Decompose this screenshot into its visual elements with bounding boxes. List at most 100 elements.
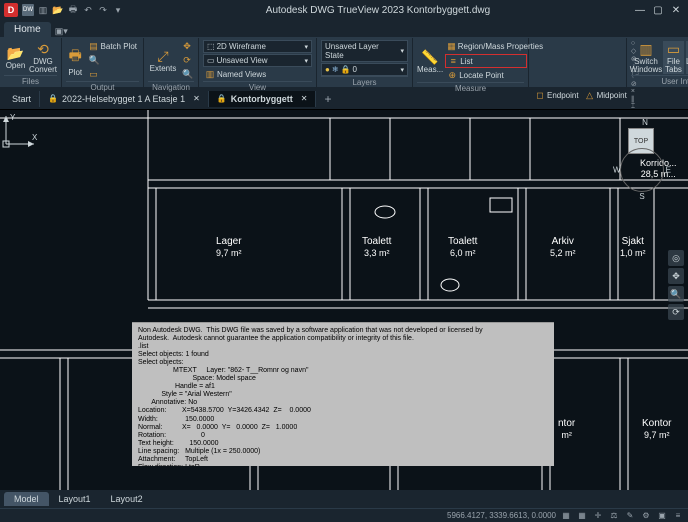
batch-plot-button[interactable]: ▤Batch Plot xyxy=(87,40,139,53)
ucs-y-label: Y xyxy=(10,113,16,122)
dwg-convert-button[interactable]: ⟲DWG Convert xyxy=(29,41,57,74)
panel-label-ui: User Interface xyxy=(631,75,688,87)
extents-button[interactable]: ⤢Extents xyxy=(148,48,178,73)
plot-button[interactable]: 🖶Plot xyxy=(66,45,85,77)
ribbon-tabstrip: Home ▣▾ xyxy=(0,20,688,38)
midpoint-icon: △ xyxy=(585,90,595,101)
steering-wheel-icon[interactable]: ◎ xyxy=(668,250,684,266)
orbit-icon: ⟳ xyxy=(182,55,192,66)
printer-icon: 🖶 xyxy=(69,45,82,69)
lock-icon: 🔒 xyxy=(217,94,227,103)
region-properties-button[interactable]: ▦Region/Mass Properties xyxy=(445,40,527,53)
measure-button[interactable]: 📏Meas... xyxy=(417,49,443,74)
ribbon: 📂Open ⟲DWG Convert Files 🖶Plot ▤Batch Pl… xyxy=(0,38,688,88)
file-tab-1[interactable]: 🔒2022-Helsebygget 1 A Etasje 1✕ xyxy=(40,91,209,107)
compass-n: N xyxy=(642,118,648,127)
add-tab-button[interactable]: + xyxy=(316,89,339,109)
folder-open-icon: 📂 xyxy=(7,45,24,62)
model-space-button[interactable]: ▦ xyxy=(560,511,572,520)
visual-style-dropdown[interactable]: ⬚2D Wireframe xyxy=(203,40,312,53)
plot-icon[interactable]: 🖶 xyxy=(67,4,79,16)
visual-style-icon: ⬚ xyxy=(207,42,215,51)
app-icon: D xyxy=(4,3,18,17)
qat-dwg-badge[interactable]: DW xyxy=(22,4,34,16)
qat-dropdown-icon[interactable]: ▾ xyxy=(112,4,124,16)
pan-icon: ✥ xyxy=(182,41,192,52)
command-text-window[interactable]: Non Autodesk DWG. This DWG file was save… xyxy=(132,322,554,466)
layout-tab-model[interactable]: Model xyxy=(4,492,49,506)
extents-icon: ⤢ xyxy=(157,48,168,65)
panel-user-interface: ▥Switch Windows ▭File Tabs ▤Layout Tabs … xyxy=(627,38,688,87)
tab-home[interactable]: Home xyxy=(4,22,51,37)
ruler-icon: 📏 xyxy=(421,49,438,66)
undo-icon[interactable]: ↶ xyxy=(82,4,94,16)
panel-measure: 📏Meas... ▦Region/Mass Properties ≡List ⊕… xyxy=(413,38,529,87)
preview-button[interactable]: 🔍 xyxy=(87,54,139,67)
panel-object-snap: ◻Endpoint △Midpoint ○ ◇ ⊗ ⊥ 🏳 ⊘ × ∥ ⌶ ⬚ … xyxy=(529,38,627,87)
page-icon: ▭ xyxy=(89,69,99,80)
mass-icon: ▦ xyxy=(447,41,456,52)
midpoint-button[interactable]: △Midpoint xyxy=(583,89,629,102)
layout-tab-1[interactable]: Layout1 xyxy=(49,492,101,506)
layer-dropdown[interactable]: ●❄🔒0 xyxy=(321,63,408,76)
orbit-tool-icon[interactable]: ⟳ xyxy=(668,304,684,320)
workspace-icon[interactable]: ⚙ xyxy=(640,511,652,520)
compass-s: S xyxy=(639,192,644,201)
named-views-button[interactable]: ▥Named Views xyxy=(203,68,312,81)
navigation-bar: ◎ ✥ 🔍 ⟳ xyxy=(668,250,684,320)
grid-toggle-icon[interactable]: ▦ xyxy=(576,511,588,520)
snap-toggle-icon[interactable]: ✛ xyxy=(592,511,604,520)
layer-state-dropdown[interactable]: Unsaved Layer State xyxy=(321,40,408,62)
named-view-dropdown[interactable]: ▭Unsaved View xyxy=(203,54,312,67)
pan-tool-icon[interactable]: ✥ xyxy=(668,268,684,284)
locate-point-button[interactable]: ⊕Locate Point xyxy=(445,69,527,82)
fullscreen-icon[interactable]: ▣ xyxy=(656,511,668,520)
open-icon[interactable]: 📂 xyxy=(52,4,64,16)
quick-access-toolbar: DW ▥ 📂 🖶 ↶ ↷ ▾ xyxy=(22,4,124,16)
open-button[interactable]: 📂Open xyxy=(4,45,27,70)
annotation-icon[interactable]: ✎ xyxy=(624,511,636,520)
ucs-icon: X Y xyxy=(0,110,40,150)
list-icon: ≡ xyxy=(448,56,458,66)
customize-icon[interactable]: ≡ xyxy=(672,511,684,520)
zoom-icon: 🔍 xyxy=(182,69,192,80)
status-coords: 5966.4127, 3339.6613, 0.0000 xyxy=(447,511,556,520)
redo-icon[interactable]: ↷ xyxy=(97,4,109,16)
freeze-icon: ❄ xyxy=(332,65,339,74)
filetabs-icon: ▭ xyxy=(667,41,680,58)
compass-ring[interactable]: S E W xyxy=(620,148,664,192)
close-button[interactable]: ✕ xyxy=(668,5,684,16)
ucs-x-label: X xyxy=(32,133,38,142)
maximize-button[interactable]: ▢ xyxy=(650,5,666,16)
view-cube[interactable]: N TOP S E W xyxy=(620,128,670,188)
page-setup-button[interactable]: ▭ xyxy=(87,68,139,81)
drawing-canvas[interactable]: Lager9,7 m² Toalett3,3 m² Toalett6,0 m² … xyxy=(0,110,688,490)
pan-button[interactable]: ✥ xyxy=(180,40,194,53)
compass-w: W xyxy=(613,166,621,175)
zoom-button[interactable]: 🔍 xyxy=(180,68,194,81)
panel-label-files: Files xyxy=(4,75,57,87)
file-tab-2[interactable]: 🔒Kontorbyggett✕ xyxy=(209,91,317,107)
locate-icon: ⊕ xyxy=(447,70,457,81)
lock-icon: 🔒 xyxy=(341,65,351,74)
preview-icon: 🔍 xyxy=(89,55,99,66)
close-tab-icon[interactable]: ✕ xyxy=(193,94,200,103)
file-tabs-button[interactable]: ▭File Tabs xyxy=(663,41,684,74)
endpoint-button[interactable]: ◻Endpoint xyxy=(533,89,581,102)
compass-e: E xyxy=(666,166,671,175)
list-button[interactable]: ≡List xyxy=(445,54,527,68)
zoom-extents-icon[interactable]: 🔍 xyxy=(668,286,684,302)
layout-tab-2[interactable]: Layout2 xyxy=(101,492,153,506)
lock-icon: 🔒 xyxy=(48,94,58,103)
new-icon[interactable]: ▥ xyxy=(37,4,49,16)
command-output: Non Autodesk DWG. This DWG file was save… xyxy=(138,327,548,466)
file-tab-start[interactable]: Start xyxy=(4,91,40,107)
switch-windows-button[interactable]: ▥Switch Windows xyxy=(631,41,661,74)
scale-icon[interactable]: ⚖ xyxy=(608,511,620,520)
close-tab-icon[interactable]: ✕ xyxy=(301,94,308,103)
orbit-button[interactable]: ⟳ xyxy=(180,54,194,67)
panel-layers: Unsaved Layer State ●❄🔒0 Layers xyxy=(317,38,413,87)
panel-navigation: ⤢Extents ✥ ⟳ 🔍 Navigation xyxy=(144,38,199,87)
minimize-button[interactable]: — xyxy=(632,5,648,16)
ribbon-minimize-icon[interactable]: ▣▾ xyxy=(55,26,67,37)
